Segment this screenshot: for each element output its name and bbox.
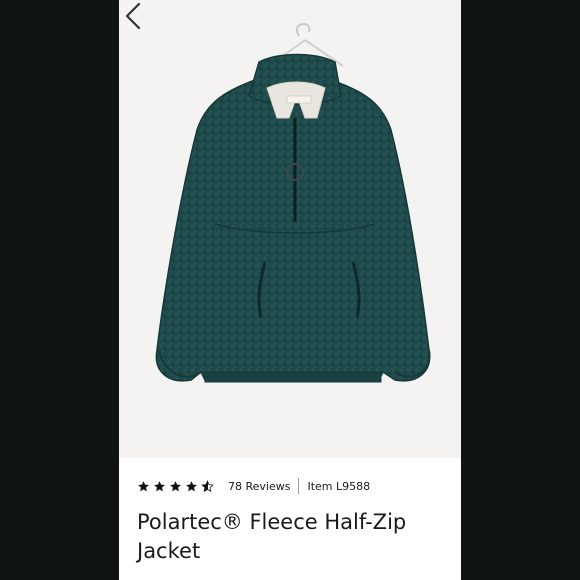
rating-row: 78 Reviews Item L9588	[137, 476, 370, 496]
right-backdrop	[461, 0, 580, 580]
product-image[interactable]	[119, 0, 461, 458]
product-title: Polartec® Fleece Half-Zip Jacket	[137, 510, 407, 563]
chevron-left-icon[interactable]	[119, 0, 147, 32]
star-rating[interactable]	[137, 479, 214, 493]
star-icon	[170, 480, 181, 491]
star-icon	[186, 480, 197, 491]
jacket-illustration	[155, 22, 431, 383]
star-icon	[138, 480, 149, 491]
product-info: 78 Reviews Item L9588 Polartec® Fleece H…	[119, 458, 461, 580]
divider	[298, 478, 300, 494]
reviews-link[interactable]: 78 Reviews	[228, 480, 290, 493]
item-number: Item L9588	[307, 479, 371, 493]
product-screen: 78 Reviews Item L9588 Polartec® Fleece H…	[119, 0, 461, 580]
star-icon	[154, 480, 165, 491]
star-half-icon	[201, 479, 214, 492]
left-backdrop	[0, 0, 119, 580]
